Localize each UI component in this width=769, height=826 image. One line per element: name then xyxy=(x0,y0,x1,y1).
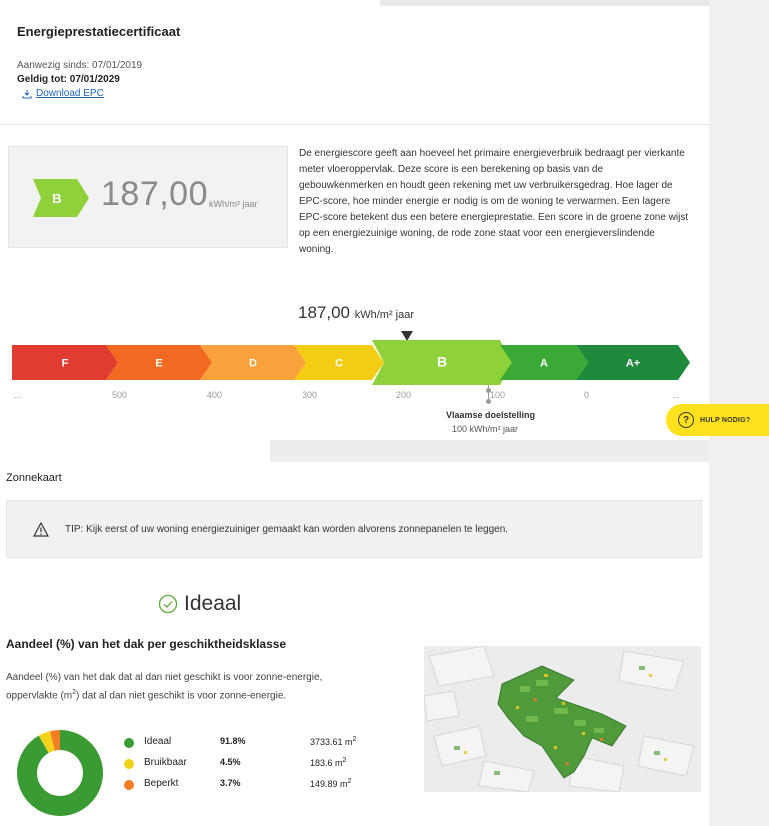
legend-name: Ideaal xyxy=(144,736,172,747)
legend-name: Bruikbaar xyxy=(144,757,187,768)
suitability-status: Ideaal xyxy=(158,592,241,616)
zonnekaart-title: Zonnekaart xyxy=(6,472,62,484)
legend-area: 3733.61 m2 xyxy=(310,736,357,747)
section-divider-band xyxy=(270,440,709,462)
roof-map[interactable] xyxy=(424,646,701,792)
goal-title: Vlaamse doelstelling xyxy=(446,410,536,420)
roof-share-description: Aandeel (%) van het dak dat al dan niet … xyxy=(6,670,401,703)
divider xyxy=(0,124,709,125)
suitability-label: Ideaal xyxy=(184,592,242,615)
legend-row-bruikbaar: Bruikbaar 4.5% 183.6 m2 xyxy=(124,757,384,771)
scale-tick: 0 xyxy=(584,390,590,400)
legend-percentage: 3.7% xyxy=(220,778,241,788)
epc-title: Energieprestatiecertificaat xyxy=(17,24,181,39)
scale-class-a: A xyxy=(500,345,588,380)
energy-label: B xyxy=(52,190,62,206)
description-line-1: Aandeel (%) van het dak dat al dan niet … xyxy=(6,672,323,683)
legend-dot xyxy=(124,759,134,769)
scale-score-unit: kWh/m² jaar xyxy=(354,309,415,321)
check-circle-icon xyxy=(158,594,178,614)
epc-present-since: Aanwezig sinds: 07/01/2019 xyxy=(17,60,143,71)
legend-percentage: 91.8% xyxy=(220,736,246,746)
scale-tick: 100 xyxy=(490,390,506,400)
legend-row-beperkt: Beperkt 3.7% 149.89 m2 xyxy=(124,778,384,792)
scale-tick: ... xyxy=(14,390,22,400)
legend-percentage: 4.5% xyxy=(220,757,241,767)
energy-score-unit: kWh/m² jaar xyxy=(209,199,258,209)
download-icon xyxy=(22,89,32,98)
roof-share-donut xyxy=(17,730,103,816)
scale-class-label: C xyxy=(335,358,343,370)
legend-dot xyxy=(124,738,134,748)
warning-icon xyxy=(33,522,49,537)
score-explanation: De energiescore geeft aan hoeveel het pr… xyxy=(299,148,689,255)
description-line-2a: oppervlakte (m xyxy=(6,690,73,702)
energy-score: 187,00 xyxy=(101,175,208,213)
scale-tick: 500 xyxy=(112,390,128,400)
scale-class-aplus: A+ xyxy=(576,345,690,380)
scale-class-label: D xyxy=(249,358,257,370)
goal-value: 100 kWh/m² jaar xyxy=(452,424,519,434)
scale-class-label: B xyxy=(437,354,447,370)
help-label: HULP NODIG? xyxy=(700,416,751,424)
roof-map-image xyxy=(424,646,701,792)
goal-dot-lower xyxy=(486,399,491,404)
scale-tick: 300 xyxy=(302,390,318,400)
download-epc-link[interactable]: Download EPC xyxy=(22,88,104,99)
scale-class-d: D xyxy=(200,345,306,380)
tip-box: TIP: Kijk eerst of uw woning energiezuin… xyxy=(6,500,702,558)
epc-card: Energieprestatiecertificaat Aanwezig sin… xyxy=(0,6,709,124)
scale-tick: 200 xyxy=(396,390,412,400)
tip-text: TIP: Kijk eerst of uw woning energiezuin… xyxy=(65,524,509,535)
legend-row-ideaal: Ideaal 91.8% 3733.61 m2 xyxy=(124,736,384,750)
help-button[interactable]: ? HULP NODIG? xyxy=(666,404,769,436)
scale-class-e: E xyxy=(106,345,212,380)
epc-valid-until: Geldig tot: 07/01/2029 xyxy=(17,74,120,85)
roof-share-title: Aandeel (%) van het dak per geschiktheid… xyxy=(6,637,287,651)
scale-class-label: A+ xyxy=(626,358,640,370)
description-line-2c: ) dat al dan niet geschikt is voor zonne… xyxy=(76,690,287,702)
scale-class-b: B xyxy=(372,340,512,385)
goal-dot xyxy=(486,388,491,393)
scale-score-value: 187,00 xyxy=(298,303,350,322)
scale-class-label: A xyxy=(540,358,548,370)
download-epc-label: Download EPC xyxy=(36,88,104,99)
scale-tick: 400 xyxy=(207,390,223,400)
scale-class-label: E xyxy=(155,358,162,370)
energy-scale: F E D C B A A+ xyxy=(12,340,690,385)
legend-area: 149.89 m2 xyxy=(310,778,352,789)
scale-class-label: F xyxy=(62,358,69,370)
legend-name: Beperkt xyxy=(144,778,179,789)
legend-area: 183.6 m2 xyxy=(310,757,347,768)
scale-tick: ... xyxy=(672,390,680,400)
scale-class-f: F xyxy=(12,345,118,380)
scale-score: 187,00 kWh/m² jaar xyxy=(298,303,414,323)
question-icon: ? xyxy=(678,412,694,428)
scale-class-c: C xyxy=(294,345,384,380)
legend-dot xyxy=(124,780,134,790)
score-box: B 187,00 kWh/m² jaar xyxy=(8,146,288,248)
